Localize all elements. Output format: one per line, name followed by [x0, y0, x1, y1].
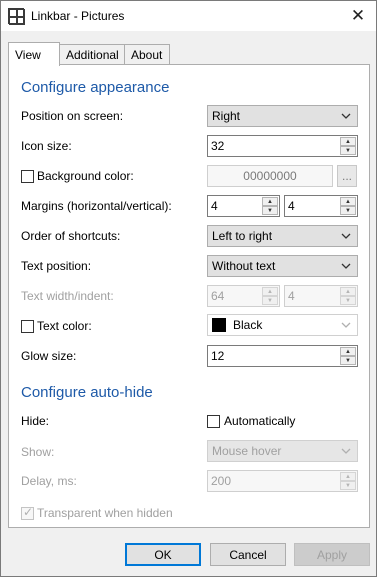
- margin-horizontal-value: 4: [211, 199, 218, 213]
- title-bar: Linkbar - Pictures ✕: [1, 1, 376, 31]
- text-color-select[interactable]: Black: [207, 314, 358, 336]
- hide-automatically-label: Automatically: [224, 414, 296, 428]
- margin-horizontal-spinner[interactable]: 4 ▲ ▼: [207, 195, 280, 217]
- window-title: Linkbar - Pictures: [31, 9, 125, 23]
- chevron-down-icon: [341, 322, 351, 328]
- spin-down-icon[interactable]: ▼: [262, 206, 278, 215]
- text-position-label: Text position:: [21, 259, 92, 273]
- icon-size-label: Icon size:: [21, 139, 72, 153]
- margin-vertical-value: 4: [288, 199, 295, 213]
- appearance-heading: Configure appearance: [21, 79, 170, 96]
- position-select[interactable]: Right: [207, 105, 358, 127]
- text-width-spinner: 64 ▲ ▼: [207, 285, 280, 307]
- chevron-down-icon: [341, 263, 351, 269]
- checkmark-icon: ✓: [23, 505, 34, 519]
- background-color-field: 00000000: [207, 165, 333, 187]
- show-value: Mouse hover: [212, 444, 282, 458]
- order-label: Order of shortcuts:: [21, 229, 121, 243]
- text-position-value: Without text: [212, 259, 276, 273]
- tab-view-label: View: [15, 47, 41, 62]
- order-select[interactable]: Left to right: [207, 225, 358, 247]
- tab-view[interactable]: View: [8, 42, 60, 66]
- margin-vertical-spinner[interactable]: 4 ▲ ▼: [284, 195, 358, 217]
- position-label: Position on screen:: [21, 109, 124, 123]
- spin-down-icon: ▼: [262, 296, 278, 305]
- close-button[interactable]: ✕: [340, 1, 376, 31]
- spin-down-icon[interactable]: ▼: [340, 146, 356, 155]
- spin-down-icon: ▼: [340, 296, 356, 305]
- glow-size-spinner[interactable]: 12 ▲ ▼: [207, 345, 358, 367]
- cancel-button[interactable]: Cancel: [210, 543, 286, 566]
- tab-additional-label: Additional: [66, 48, 119, 62]
- delay-value: 200: [211, 474, 232, 488]
- view-tab-panel: Configure appearance Position on screen:…: [8, 64, 370, 528]
- hide-automatically-checkbox[interactable]: [207, 415, 220, 428]
- ok-button[interactable]: OK: [125, 543, 201, 566]
- position-value: Right: [212, 109, 241, 123]
- text-color-label: Text color:: [37, 319, 92, 333]
- hide-label: Hide:: [21, 414, 50, 428]
- spin-down-icon[interactable]: ▼: [340, 206, 356, 215]
- delay-spinner: 200 ▲ ▼: [207, 470, 358, 492]
- glow-size-label: Glow size:: [21, 349, 77, 363]
- apply-label: Apply: [316, 547, 348, 562]
- text-position-select[interactable]: Without text: [207, 255, 358, 277]
- chevron-down-icon: [341, 233, 351, 239]
- transparent-label: Transparent when hidden: [37, 506, 173, 520]
- text-width-label: Text width/indent:: [21, 289, 114, 303]
- show-select: Mouse hover: [207, 440, 358, 462]
- close-icon: ✕: [350, 6, 366, 25]
- autohide-heading: Configure auto-hide: [21, 384, 153, 401]
- spin-down-icon: ▼: [340, 481, 356, 490]
- spin-up-icon: ▲: [340, 287, 356, 296]
- chevron-down-icon: [341, 448, 351, 454]
- background-color-checkbox[interactable]: [21, 170, 34, 183]
- spin-up-icon[interactable]: ▲: [340, 137, 356, 146]
- spin-up-icon[interactable]: ▲: [262, 197, 278, 206]
- transparent-checkbox: ✓: [21, 505, 34, 520]
- order-value: Left to right: [212, 229, 273, 243]
- color-swatch: [212, 318, 226, 332]
- text-color-checkbox[interactable]: [21, 320, 34, 333]
- spin-up-icon[interactable]: ▲: [340, 197, 356, 206]
- margins-label: Margins (horizontal/vertical):: [21, 199, 172, 213]
- text-color-value: Black: [233, 318, 263, 332]
- ok-label: OK: [154, 547, 172, 562]
- show-label: Show:: [21, 445, 55, 459]
- delay-label: Delay, ms:: [21, 474, 77, 488]
- text-indent-value: 4: [288, 289, 295, 303]
- settings-window: Linkbar - Pictures ✕ View Additional Abo…: [0, 0, 377, 577]
- spin-up-icon[interactable]: ▲: [340, 347, 356, 356]
- apply-button: Apply: [294, 543, 370, 566]
- spin-up-icon: ▲: [262, 287, 278, 296]
- glow-size-value: 12: [211, 349, 225, 363]
- tab-about[interactable]: About: [124, 44, 170, 65]
- text-width-value: 64: [211, 289, 225, 303]
- cancel-label: Cancel: [229, 547, 267, 562]
- tab-about-label: About: [131, 48, 163, 62]
- icon-size-value: 32: [211, 139, 225, 153]
- background-color-value: 00000000: [243, 169, 297, 183]
- chevron-down-icon: [341, 113, 351, 119]
- ellipsis-icon: ...: [341, 169, 352, 183]
- spin-down-icon[interactable]: ▼: [340, 356, 356, 365]
- background-color-picker-button[interactable]: ...: [337, 165, 357, 187]
- text-indent-spinner: 4 ▲ ▼: [284, 285, 358, 307]
- linkbar-app-icon: [8, 8, 25, 25]
- icon-size-spinner[interactable]: 32 ▲ ▼: [207, 135, 358, 157]
- spin-up-icon: ▲: [340, 472, 356, 481]
- background-color-label: Background color:: [37, 169, 134, 183]
- tab-additional[interactable]: Additional: [59, 44, 125, 65]
